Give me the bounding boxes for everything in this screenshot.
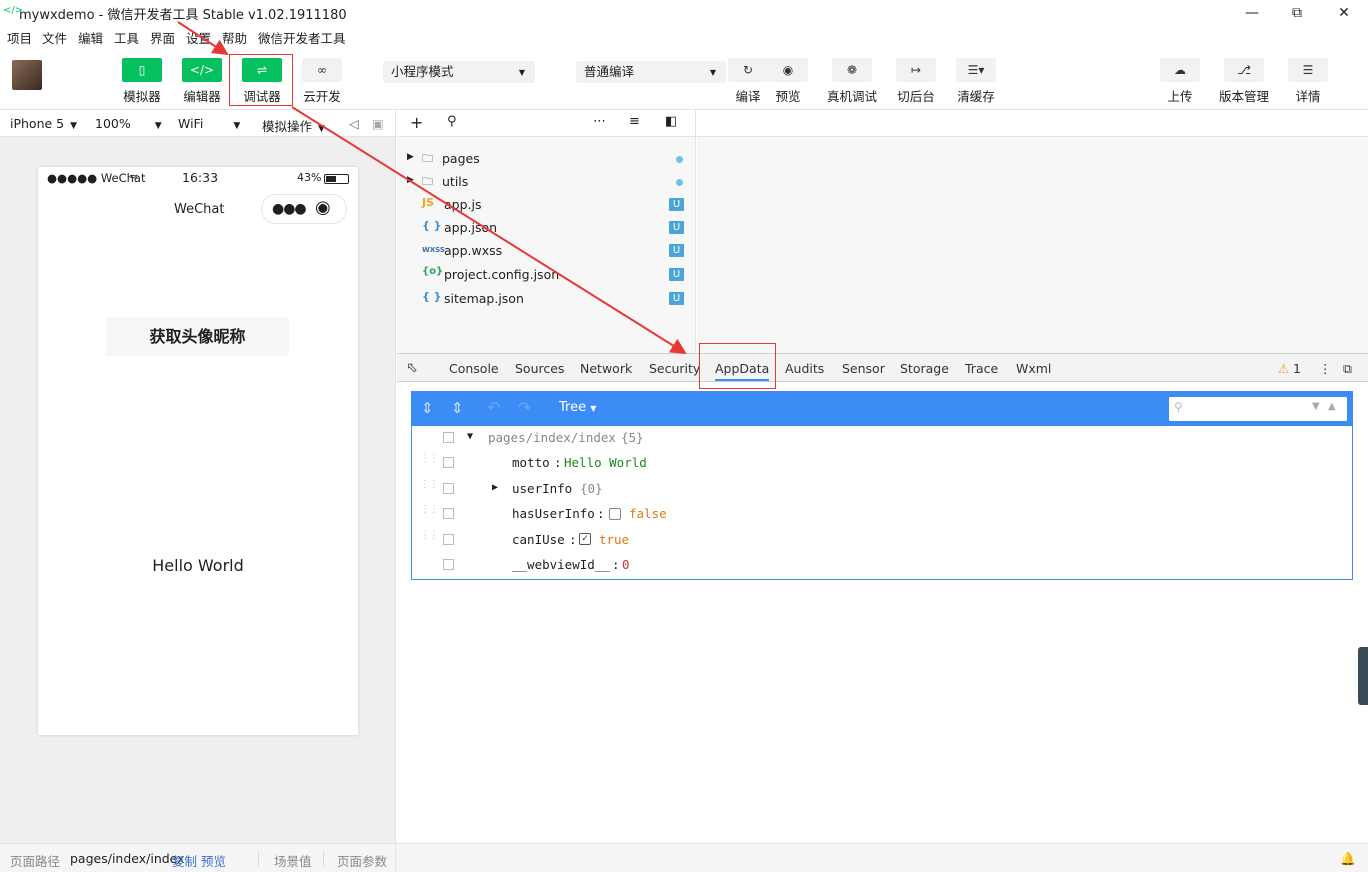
status-bar: 页面路径 pages/index/index 复制 预览 场景值 页面参数 🔔	[0, 843, 1368, 872]
preview-link[interactable]: 预览	[201, 851, 226, 870]
arrow-to-appdata	[291, 106, 687, 355]
divider	[258, 850, 259, 867]
scene-link[interactable]: 场景值	[274, 851, 312, 870]
page-path-value: pages/index/index	[70, 851, 185, 866]
divider	[323, 850, 324, 867]
page-params-link[interactable]: 页面参数	[337, 851, 387, 870]
divider	[395, 844, 396, 872]
copy-link[interactable]: 复制	[172, 851, 197, 870]
arrow-to-debugger	[177, 21, 229, 56]
page-path-label: 页面路径	[10, 854, 61, 869]
annotation-arrows	[177, 21, 687, 355]
bell-icon[interactable]: 🔔	[1340, 851, 1356, 867]
